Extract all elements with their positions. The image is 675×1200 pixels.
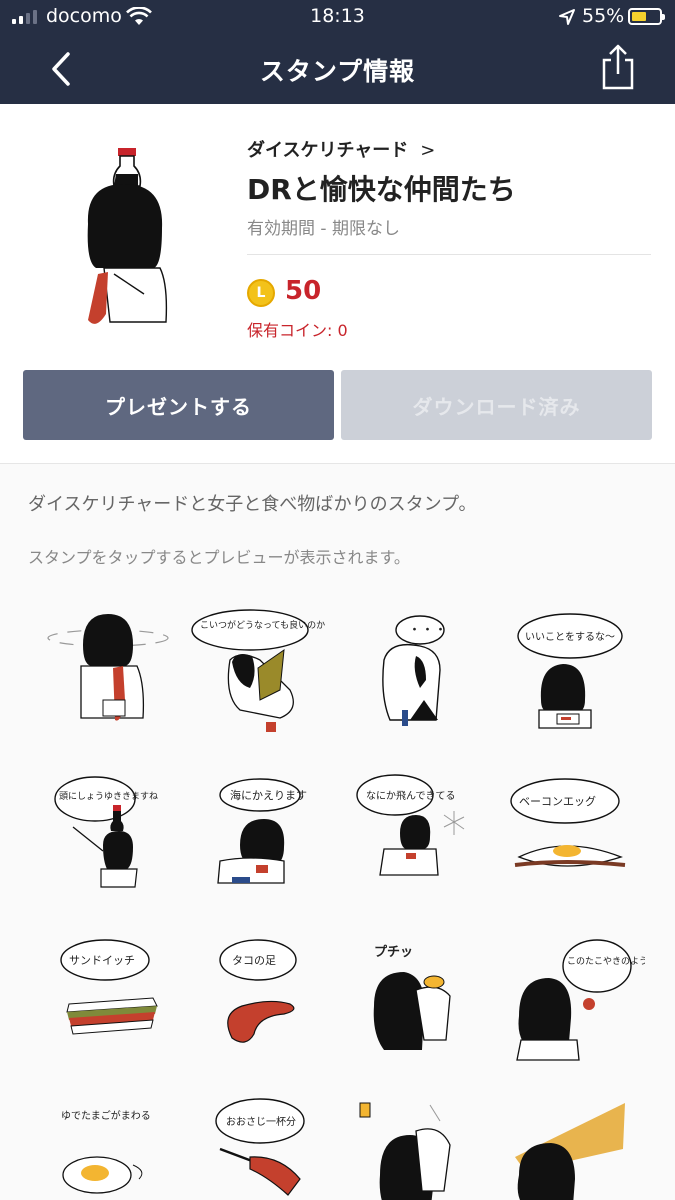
sticker-9-text: サンドイッチ — [69, 954, 135, 967]
sticker-16[interactable] — [495, 1095, 645, 1200]
divider — [247, 254, 651, 255]
chevron-right-icon: > — [414, 140, 436, 161]
sticker-9[interactable]: サンドイッチ — [33, 930, 183, 1080]
sticker-2[interactable]: こいつがどうなっても良いのか — [180, 600, 330, 750]
sticker-4[interactable]: いいことをするな～ — [495, 600, 645, 750]
sticker-3-text: ・・・ — [408, 623, 447, 638]
sticker-10[interactable]: タコの足 — [180, 930, 330, 1080]
sticker-1[interactable] — [33, 600, 183, 750]
validity-period: 有効期間 - 期限なし — [247, 219, 400, 239]
line-coin-icon: L — [247, 279, 275, 307]
sticker-6[interactable]: 海にかえります — [180, 765, 330, 915]
sticker-7-text: なにか飛んできてる — [366, 790, 456, 802]
sticker-7[interactable]: なにか飛んできてる — [340, 765, 490, 915]
present-button[interactable]: プレゼントする — [23, 370, 334, 440]
sticker-10-text: タコの足 — [232, 954, 276, 967]
sticker-13-text: ゆでたまごがまわる — [61, 1109, 151, 1122]
share-button[interactable] — [596, 42, 640, 92]
author-link[interactable]: ダイスケリチャード > — [247, 136, 435, 162]
sticker-description: ダイスケリチャードと女子と食べ物ばかりのスタンプ。 — [28, 494, 477, 515]
page-title: スタンプ情報 — [259, 57, 416, 86]
sticker-8[interactable]: ベーコンエッグ — [495, 765, 645, 915]
status-bar: docomo 18:13 55% — [0, 0, 675, 34]
sticker-12[interactable]: このたこやきのように — [495, 930, 657, 1080]
downloaded-button: ダウンロード済み — [341, 370, 652, 440]
sticker-13[interactable]: ゆでたまごがまわる — [33, 1095, 183, 1200]
sticker-12-text: このたこやきのように — [567, 956, 645, 967]
sticker-6-text: 海にかえります — [230, 788, 307, 802]
sticker-5-text: 頭にしょうゆききますね — [59, 791, 158, 802]
sticker-14[interactable]: おおさじ一杯分 — [180, 1095, 330, 1200]
battery-icon — [628, 8, 665, 25]
top-bar: docomo 18:13 55% スタンプ情報 — [0, 0, 675, 104]
location-arrow-icon — [559, 9, 575, 25]
sticker-title: DRと愉快な仲間たち — [247, 173, 516, 206]
preview-hint: スタンプをタップするとプレビューが表示されます。 — [28, 548, 410, 567]
author-name: ダイスケリチャード — [247, 140, 409, 161]
sticker-8-text: ベーコンエッグ — [519, 794, 596, 808]
sticker-2-text: こいつがどうなっても良いのか — [200, 619, 325, 631]
sticker-11-text: プチッ — [374, 945, 413, 960]
sticker-3[interactable]: ・・・ — [340, 600, 490, 750]
sticker-5[interactable]: 頭にしょうゆききますね — [33, 765, 183, 915]
sticker-grid: こいつがどうなっても良いのか ・・・ いいことをするな～ 頭にしょうゆききますね… — [0, 590, 675, 1200]
main-sticker-image — [87, 148, 168, 324]
sticker-header: ダイスケリチャード > DRと愉快な仲間たち 有効期間 - 期限なし L 50 … — [0, 104, 675, 464]
sticker-14-text: おおさじ一杯分 — [226, 1115, 296, 1128]
owned-coins: 保有コイン: 0 — [247, 321, 348, 340]
sticker-11[interactable]: プチッ — [340, 930, 490, 1080]
sticker-4-text: いいことをするな～ — [525, 631, 615, 643]
sticker-price: 50 — [285, 276, 322, 306]
sticker-15[interactable] — [340, 1095, 490, 1200]
section-divider — [0, 463, 675, 464]
battery-percent: 55% — [582, 5, 625, 27]
